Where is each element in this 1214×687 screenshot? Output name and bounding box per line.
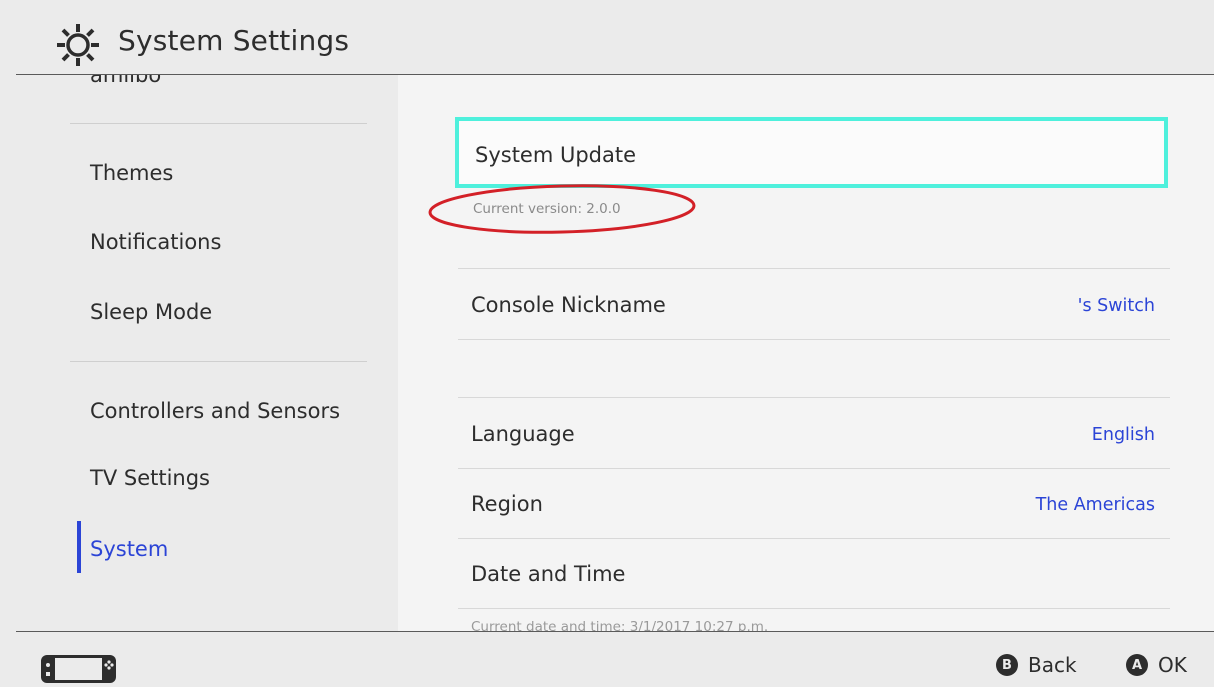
settings-panel: System Update Current version: 2.0.0 Con… — [398, 75, 1214, 631]
sidebar-item-themes[interactable]: Themes — [90, 161, 173, 185]
system-update-button[interactable]: System Update — [455, 117, 1168, 188]
sidebar: amiibo Themes Notifications Sleep Mode C… — [0, 75, 398, 631]
sidebar-item-tv-settings[interactable]: TV Settings — [90, 466, 210, 490]
sidebar-item-system[interactable]: System — [90, 537, 168, 561]
gear-icon — [57, 24, 99, 66]
footer-divider — [16, 631, 1214, 632]
current-date-time-text: Current date and time: 3/1/2017 10:27 p.… — [471, 619, 769, 631]
back-label: Back — [1028, 653, 1077, 677]
system-update-label: System Update — [475, 143, 637, 167]
sidebar-divider — [70, 123, 367, 124]
console-nickname-label: Console Nickname — [471, 293, 666, 317]
sidebar-item-notifications[interactable]: Notifications — [90, 230, 221, 254]
sidebar-item-sleep-mode[interactable]: Sleep Mode — [90, 300, 212, 324]
row-divider — [458, 608, 1170, 609]
sidebar-item-amiibo[interactable]: amiibo — [90, 75, 161, 87]
page-title: System Settings — [118, 24, 350, 57]
ok-label: OK — [1158, 653, 1187, 677]
active-indicator — [77, 521, 81, 573]
region-value: The Americas — [1035, 495, 1155, 515]
footer-bar: B Back A OK — [0, 631, 1214, 687]
region-label: Region — [471, 492, 543, 516]
b-button-icon: B — [996, 654, 1018, 676]
back-button[interactable]: B Back — [996, 653, 1077, 677]
row-divider — [458, 339, 1170, 340]
language-label: Language — [471, 422, 575, 446]
sidebar-item-controllers-and-sensors[interactable]: Controllers and Sensors — [90, 399, 340, 423]
console-icon — [41, 655, 116, 683]
date-and-time-label: Date and Time — [471, 562, 626, 586]
current-version-text: Current version: 2.0.0 — [473, 201, 621, 217]
sidebar-divider — [70, 361, 367, 362]
a-button-icon: A — [1126, 654, 1148, 676]
language-value: English — [1091, 425, 1155, 445]
console-nickname-value: 's Switch — [1077, 296, 1155, 316]
header-bar: System Settings — [0, 0, 1214, 75]
ok-button[interactable]: A OK — [1126, 653, 1187, 677]
